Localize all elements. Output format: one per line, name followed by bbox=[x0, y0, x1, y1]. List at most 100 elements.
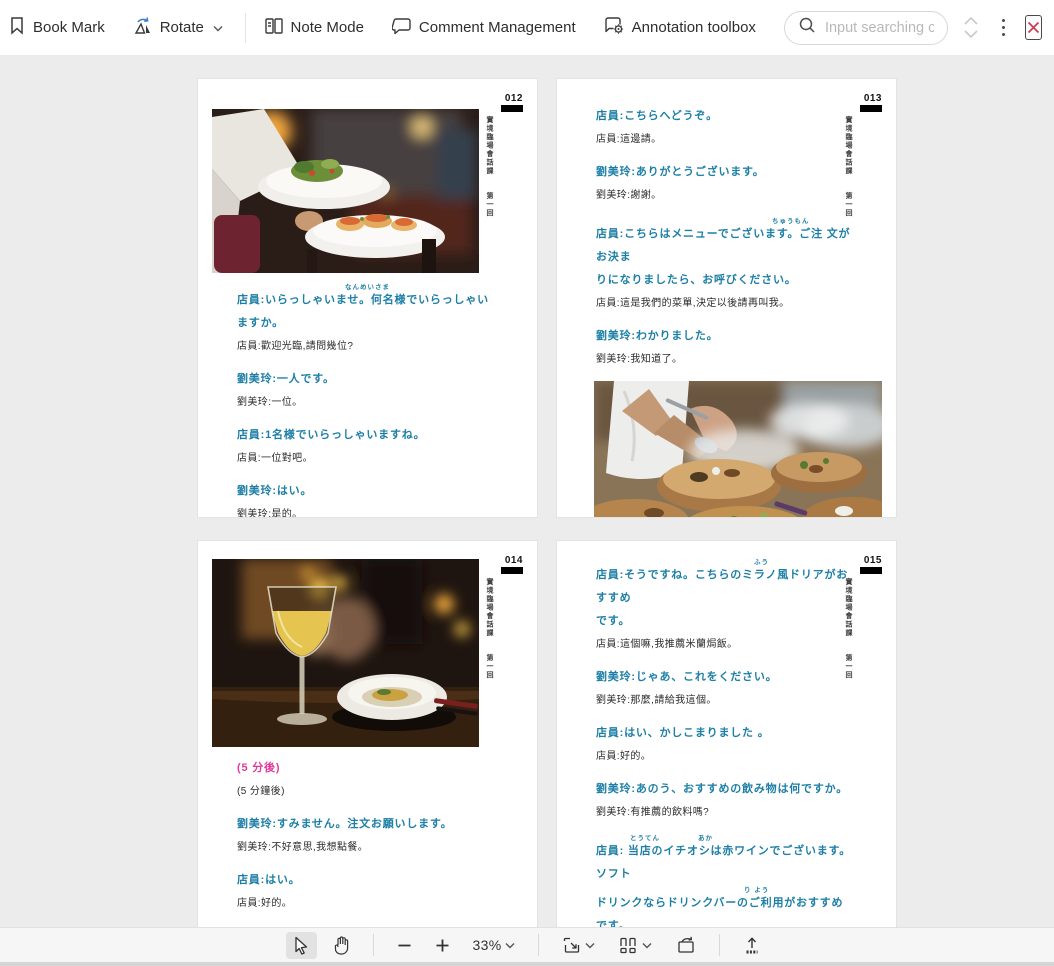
chevron-up-icon bbox=[964, 17, 978, 25]
plus-icon bbox=[435, 938, 450, 953]
side-title: 實境臨場會話課 bbox=[486, 116, 493, 176]
search-input[interactable] bbox=[825, 20, 934, 36]
close-button[interactable] bbox=[1025, 15, 1042, 40]
page-side-label: 實境臨場會話課第一回 bbox=[843, 578, 853, 679]
note-mode-label: Note Mode bbox=[291, 19, 364, 36]
document-canvas[interactable]: 012實境臨場會話課第一回 bbox=[0, 55, 1054, 927]
dialogue-line-jp: 店員:はい、かしこまりました 。 bbox=[596, 722, 852, 745]
dialogue-line-jp: 店員:こちらはメニューでございます。ご注 文がお決ま bbox=[596, 223, 852, 269]
side-chapter: 第一回 bbox=[484, 654, 494, 680]
rotate-page-button[interactable] bbox=[668, 932, 703, 959]
bottom-toolbar: 33% bbox=[0, 927, 1054, 962]
dialogue-line-jp: 劉美玲:すみません。注文お願いします。 bbox=[237, 813, 493, 836]
zoom-level-dropdown[interactable]: 33% bbox=[466, 933, 523, 957]
annotation-toolbox-label: Annotation toolbox bbox=[632, 19, 756, 36]
dialogue-group: ちゅうもん店員:こちらはメニューでございます。ご注 文がお決まりになりましたら、… bbox=[596, 217, 852, 315]
page-side-label: 實境臨場會話課第一回 bbox=[484, 578, 494, 679]
rotate-label: Rotate bbox=[160, 19, 204, 36]
dialogue-line-cn: 劉美玲:有推薦的飲料嗎? bbox=[596, 801, 852, 824]
zoom-out-button[interactable] bbox=[390, 934, 419, 957]
dialogue-group: なんめいさま店員:いらっしゃいませ。何名様でいらっしゃいますか。店員:歡迎光臨,… bbox=[237, 283, 493, 358]
note-mode-button[interactable]: Note Mode bbox=[264, 17, 364, 39]
dialogue-line-cn: 劉美玲:不好意思,我想點餐。 bbox=[237, 836, 493, 859]
furigana-row: なんめいさま bbox=[237, 283, 493, 292]
export-button[interactable] bbox=[736, 932, 768, 959]
side-chapter: 第一回 bbox=[843, 654, 853, 680]
page-number: 014 bbox=[501, 555, 523, 574]
dialogue-line-jp: 店員:はい。 bbox=[237, 869, 493, 892]
dialogue-line-jp: 店員:こちらへどうぞ。 bbox=[596, 105, 852, 128]
fit-to-screen-icon bbox=[562, 936, 581, 955]
chevron-down-icon bbox=[585, 942, 595, 949]
bookmark-button[interactable]: Book Mark bbox=[8, 16, 105, 39]
page-side-label: 實境臨場會話課第一回 bbox=[484, 116, 494, 217]
furigana-row: り よう bbox=[596, 886, 852, 895]
search-prev-next[interactable] bbox=[964, 17, 978, 38]
rotate-button[interactable]: Rotate bbox=[133, 16, 223, 40]
dialogue-line-jp: 劉美玲:じゃあ、これをください。 bbox=[596, 666, 852, 689]
dialogue-line-jp: 劉美玲:ありがとうございます。 bbox=[596, 161, 852, 184]
dialogue-line-jp: 劉美玲:えっと、おすすめは何ですか。 bbox=[237, 925, 493, 927]
chevron-down-icon bbox=[642, 942, 652, 949]
annotation-toolbox-button[interactable]: Annotation toolbox bbox=[604, 16, 756, 39]
zoom-in-button[interactable] bbox=[428, 934, 457, 957]
side-chapter: 第一回 bbox=[843, 192, 853, 218]
document-page: 013實境臨場會話課第一回店員:こちらへどうぞ。店員:這邊請。劉美玲:ありがとう… bbox=[556, 78, 897, 518]
dialogue-line-cn: 店員:這邊請。 bbox=[596, 128, 852, 151]
side-title: 實境臨場會話課 bbox=[845, 578, 852, 638]
toolbar-divider bbox=[245, 13, 246, 43]
dialogue-group: (5 分後)(5 分鐘後) bbox=[237, 757, 493, 803]
waiter-carrying-plates-photo bbox=[212, 109, 479, 273]
wine-glass-photo bbox=[212, 559, 479, 747]
upload-icon bbox=[743, 936, 761, 955]
bookmark-label: Book Mark bbox=[33, 19, 105, 36]
stage-direction-cn: (5 分鐘後) bbox=[237, 780, 493, 803]
select-cursor-tool[interactable] bbox=[286, 932, 317, 959]
dialogue-group: 劉美玲:じゃあ、これをください。劉美玲:那麼,請給我這個。 bbox=[596, 666, 852, 712]
bookmark-icon bbox=[8, 16, 26, 39]
hand-pan-tool[interactable] bbox=[326, 932, 357, 959]
dialogue-line-cn: 劉美玲:謝謝。 bbox=[596, 184, 852, 207]
dialogue-line-jp: です。 bbox=[596, 610, 852, 633]
dialogue-line-jp: 劉美玲:一人です。 bbox=[237, 368, 493, 391]
comment-management-button[interactable]: Comment Management bbox=[392, 17, 576, 39]
page-number-text: 015 bbox=[860, 555, 882, 566]
dialogue-group: ふう店員:そうですね。こちらのミラノ風ドリアがおすすめです。店員:這個嘛,我推薦… bbox=[596, 541, 852, 656]
rotate-chevron-down-icon bbox=[213, 19, 223, 36]
document-page: 012 實境臨場會話課第一回 bbox=[197, 78, 538, 518]
dialogue-line-jp: 店員:1名様でいらっしゃいますね。 bbox=[237, 424, 493, 447]
furigana: なんめいさま bbox=[345, 283, 390, 292]
dialogue-line-cn: 店員:好的。 bbox=[237, 892, 493, 915]
dialogue-line-cn: 劉美玲:我知道了。 bbox=[596, 348, 852, 371]
stage-direction-jp: (5 分後) bbox=[237, 757, 493, 780]
fit-mode-dropdown[interactable] bbox=[555, 932, 602, 959]
close-icon bbox=[1027, 21, 1040, 34]
chevron-down-icon bbox=[505, 942, 515, 949]
annotation-toolbox-icon bbox=[604, 16, 625, 39]
side-chapter: 第一回 bbox=[484, 192, 494, 218]
page-number: 012 bbox=[501, 93, 523, 112]
waiter-plates-photo bbox=[212, 109, 479, 273]
toolbar-divider bbox=[538, 934, 539, 956]
dialogue-line-jp: 劉美玲:はい。 bbox=[237, 480, 493, 503]
dialogue-line-cn: 店員:這是我們的菜單,決定以後請再叫我。 bbox=[596, 292, 852, 315]
note-mode-icon bbox=[264, 17, 284, 39]
rotate-page-icon bbox=[675, 936, 696, 955]
furigana: あか bbox=[698, 834, 713, 843]
page-side-label: 實境臨場會話課第一回 bbox=[843, 116, 853, 217]
search-icon bbox=[798, 16, 816, 39]
rotate-icon bbox=[133, 16, 153, 40]
more-options-button[interactable] bbox=[1002, 19, 1006, 37]
page-number: 015 bbox=[860, 555, 882, 574]
chef-plating-photo bbox=[594, 381, 882, 518]
search-box[interactable] bbox=[784, 11, 948, 45]
chevron-down-icon bbox=[964, 30, 978, 38]
page-number-bar bbox=[860, 567, 882, 574]
side-title: 實境臨場會話課 bbox=[486, 578, 493, 638]
furigana: とうてん bbox=[630, 834, 660, 843]
document-page: 014 實境臨場會話課第一回 bbox=[197, 540, 538, 927]
dialogue-line-cn: 店員:好的。 bbox=[596, 745, 852, 768]
dialogue-line-jp: りになりましたら、お呼びください。 bbox=[596, 269, 852, 292]
dialogue-group: 店員:こちらへどうぞ。店員:這邊請。 bbox=[596, 79, 852, 151]
page-layout-dropdown[interactable] bbox=[611, 932, 659, 959]
